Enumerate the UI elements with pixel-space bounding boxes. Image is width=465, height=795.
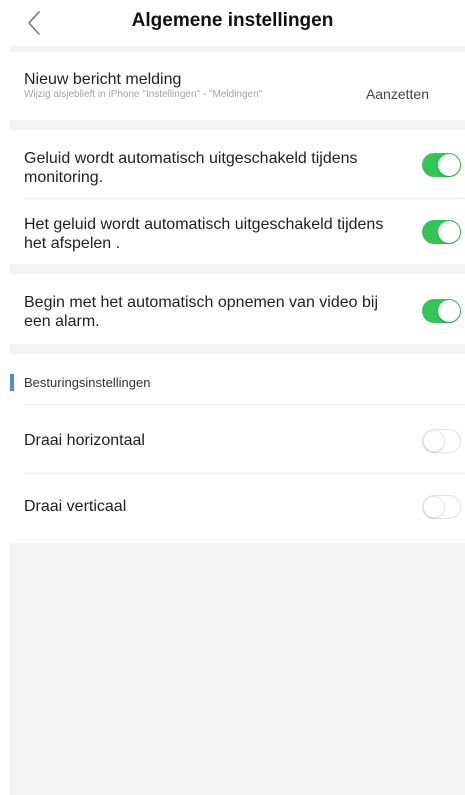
- alarm-record-toggle[interactable]: [422, 299, 461, 323]
- toggle-knob: [438, 154, 460, 176]
- flip-vertical-toggle[interactable]: [422, 495, 461, 519]
- setting-label: Draai verticaal: [24, 498, 127, 515]
- setting-row: Geluid wordt automatisch uitgeschakeld t…: [10, 130, 465, 198]
- mute-playback-toggle[interactable]: [422, 220, 461, 244]
- setting-label: Begin met het automatisch opnemen van vi…: [24, 294, 378, 330]
- setting-label: Draai horizontaal: [24, 432, 145, 449]
- page-title: Algemene instellingen: [131, 10, 334, 31]
- notification-hint: Wijzig alsjeblieft in iPhone "Instelling…: [24, 89, 263, 100]
- settings-content: Nieuw bericht melding Wijzig alsjeblieft…: [10, 46, 465, 795]
- toggle-knob: [438, 221, 460, 243]
- notification-row[interactable]: Nieuw bericht melding Wijzig alsjeblieft…: [10, 52, 465, 120]
- mute-monitoring-toggle[interactable]: [422, 153, 461, 177]
- setting-row: Draai horizontaal: [10, 405, 465, 473]
- nav-bar: Algemene instellingen: [0, 0, 465, 46]
- notification-value[interactable]: Aanzetten: [366, 86, 429, 102]
- alarm-card: Begin met het automatisch opnemen van vi…: [10, 274, 465, 344]
- toggle-knob: [423, 496, 445, 518]
- setting-label: Geluid wordt automatisch uitgeschakeld t…: [24, 150, 358, 186]
- section-accent-bar: [10, 374, 14, 391]
- setting-label: Het geluid wordt automatisch uitgeschake…: [24, 216, 384, 252]
- settings-screen: Algemene instellingen Nieuw bericht meld…: [0, 0, 465, 795]
- flip-horizontal-toggle[interactable]: [422, 429, 461, 453]
- notification-card: Nieuw bericht melding Wijzig alsjeblieft…: [10, 52, 465, 120]
- section-title: Besturingsinstellingen: [24, 375, 151, 390]
- toggle-knob: [423, 430, 445, 452]
- setting-row: Draai verticaal: [10, 474, 465, 543]
- setting-row: Het geluid wordt automatisch uitgeschake…: [10, 198, 465, 264]
- toggle-knob: [438, 300, 460, 322]
- control-settings-card: Besturingsinstellingen Draai horizontaal…: [10, 354, 465, 543]
- setting-row: Begin met het automatisch opnemen van vi…: [10, 274, 465, 344]
- notification-label: Nieuw bericht melding: [24, 71, 182, 88]
- audio-settings-card: Geluid wordt automatisch uitgeschakeld t…: [10, 130, 465, 264]
